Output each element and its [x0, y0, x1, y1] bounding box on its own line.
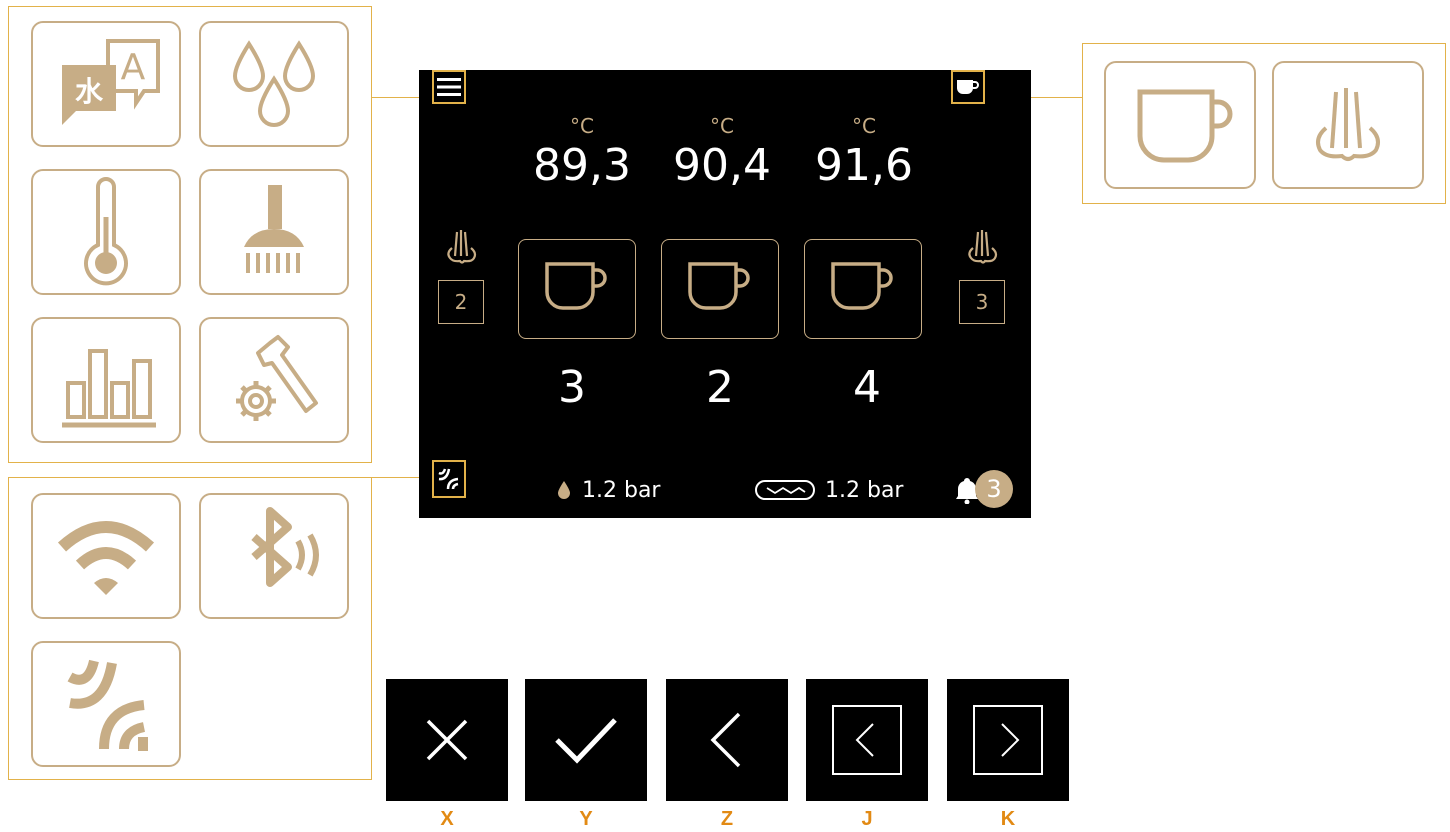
water-drop-icon: [558, 481, 570, 499]
confirm-key-label: Y: [579, 808, 593, 830]
cancel-button[interactable]: [386, 679, 508, 801]
next-key-label: K: [1000, 808, 1016, 830]
back-key-label: Z: [720, 808, 734, 830]
temperature-unit: °C: [710, 114, 734, 138]
thermometer-icon: [84, 177, 128, 286]
pump-pressure: 1.2 bar: [825, 478, 904, 503]
language-icon: A 水: [62, 39, 160, 125]
steam-right-value[interactable]: 3: [959, 280, 1005, 324]
notification-badge[interactable]: 3: [975, 470, 1013, 508]
nfc-icon: [438, 468, 459, 490]
steam-icon: [968, 230, 998, 264]
steam-icon: [1316, 88, 1380, 161]
cup-count: 2: [706, 362, 734, 413]
cup-count: 3: [558, 362, 586, 413]
group-temperature: 91,6: [815, 140, 913, 191]
statistics-tile[interactable]: [31, 317, 181, 443]
bluetooth-tile[interactable]: [199, 493, 349, 619]
group-temperature: 90,4: [673, 140, 771, 191]
menu-button[interactable]: [432, 70, 466, 104]
previous-key-label: J: [861, 808, 873, 830]
brew-group-2-button[interactable]: [661, 239, 779, 339]
back-icon: [710, 712, 741, 768]
prev-boxed-icon: [832, 705, 902, 775]
next-boxed-icon: [973, 705, 1043, 775]
cup-icon: [831, 262, 893, 310]
wifi-tile[interactable]: [31, 493, 181, 619]
water-tile[interactable]: [199, 21, 349, 147]
cleaning-tile[interactable]: [199, 169, 349, 295]
steam-tile[interactable]: [1272, 61, 1424, 189]
svg-text:水: 水: [75, 75, 104, 108]
brew-menu-button[interactable]: [951, 70, 985, 104]
pump-icon: [755, 480, 815, 500]
nfc-icon: [67, 659, 148, 751]
steam-left-value[interactable]: 2: [438, 280, 484, 324]
temperature-tile[interactable]: [31, 169, 181, 295]
statistics-icon: [62, 349, 156, 428]
check-icon: [555, 718, 617, 764]
connectivity-button[interactable]: [432, 460, 466, 498]
machine-display: °C °C °C 89,3 90,4 91,6 2 3 3 2 4 1.2 ba…: [419, 70, 1031, 518]
service-settings-icon: [236, 335, 318, 421]
back-button[interactable]: [666, 679, 788, 801]
temperature-unit: °C: [570, 114, 594, 138]
hamburger-icon: [437, 78, 461, 96]
group-temperature: 89,3: [533, 140, 631, 191]
wifi-icon: [57, 521, 155, 595]
confirm-button[interactable]: [525, 679, 647, 801]
cancel-key-label: X: [440, 808, 454, 830]
brew-group-1-button[interactable]: [518, 239, 636, 339]
previous-button[interactable]: [806, 679, 928, 801]
cup-icon: [545, 262, 607, 310]
cup-icon: [957, 80, 979, 94]
temperature-unit: °C: [852, 114, 876, 138]
water-pressure: 1.2 bar: [582, 478, 661, 503]
cup-tile[interactable]: [1104, 61, 1256, 189]
language-tile[interactable]: A 水: [31, 21, 181, 147]
next-button[interactable]: [947, 679, 1069, 801]
svg-text:A: A: [121, 47, 146, 88]
nfc-tile[interactable]: [31, 641, 181, 767]
cup-icon: [688, 262, 750, 310]
water-drops-icon: [232, 40, 316, 127]
bluetooth-icon: [251, 507, 319, 587]
close-icon: [426, 719, 468, 761]
brew-group-3-button[interactable]: [804, 239, 922, 339]
service-tile[interactable]: [199, 317, 349, 443]
cleaning-brush-icon: [244, 185, 304, 273]
steam-icon: [447, 230, 477, 264]
cup-icon: [1137, 89, 1233, 163]
cup-count: 4: [853, 362, 881, 413]
